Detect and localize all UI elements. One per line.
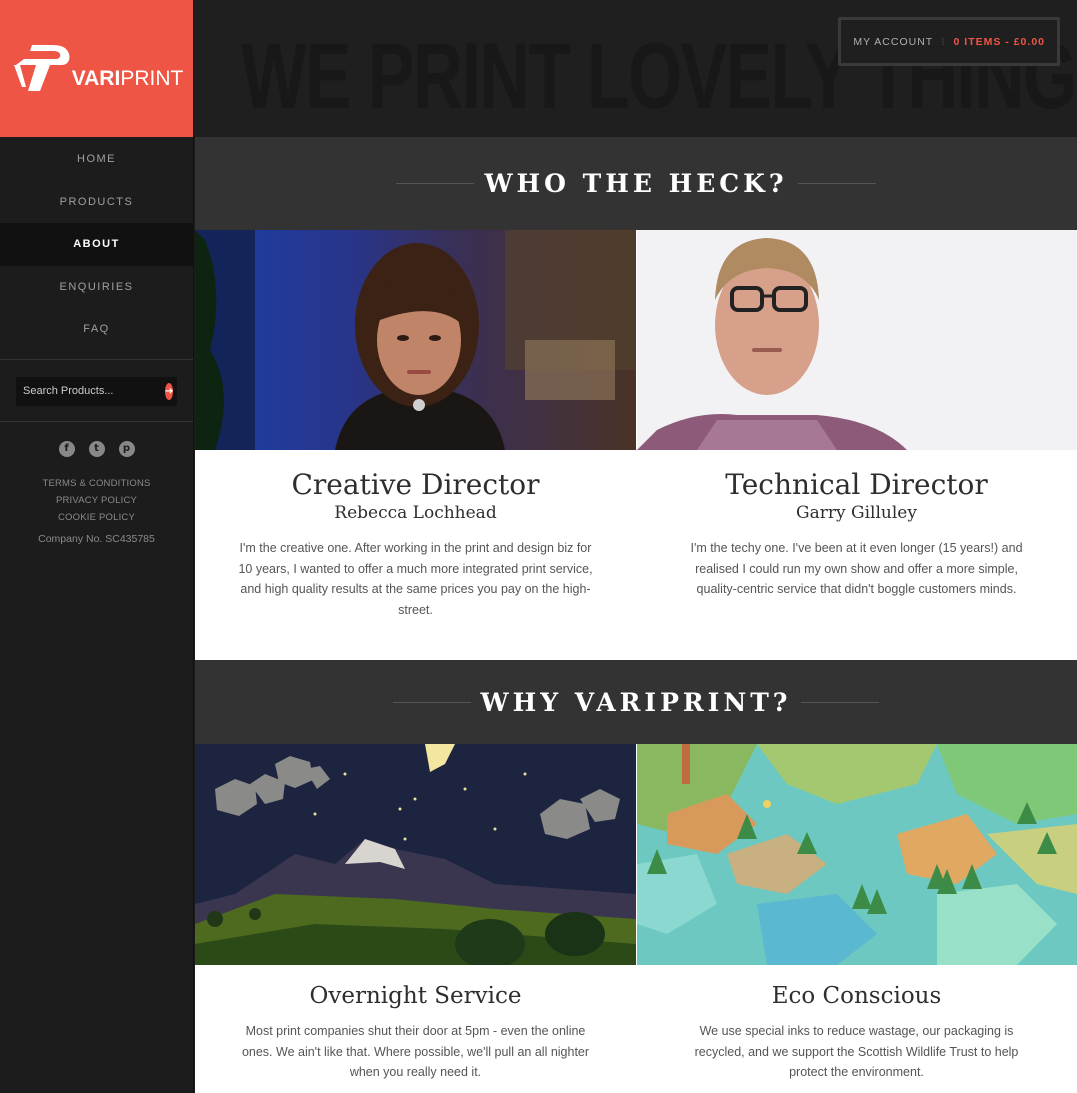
feature-card: Overnight Service Most print companies s…	[195, 983, 636, 1093]
sidebar: VARIPRINT HOME PRODUCTS ABOUT ENQUIRIES …	[0, 0, 194, 1093]
facebook-icon[interactable]: f	[58, 440, 75, 457]
feature-title: Eco Conscious	[771, 983, 942, 1009]
feature-text: We use special inks to reduce wastage, o…	[694, 1024, 1019, 1079]
cart-link[interactable]: 0 ITEMS - £0.00	[954, 36, 1045, 48]
main-content: WE PRINT LOVELY THINGS MY ACCOUNT ⁝ 0 IT…	[195, 0, 1077, 1093]
role-title: Technical Director	[725, 468, 988, 501]
feature-cards: Overnight Service Most print companies s…	[195, 965, 1077, 1093]
night-landscape-image	[195, 744, 636, 965]
photo-rebecca	[195, 230, 636, 450]
cookie-link[interactable]: COOKIE POLICY	[0, 509, 193, 526]
my-account-link[interactable]: MY ACCOUNT	[853, 36, 933, 48]
eco-landscape-image	[636, 744, 1077, 965]
heading-rule	[797, 183, 876, 184]
nav-item-about[interactable]: ABOUT	[0, 223, 193, 266]
feature-images	[195, 744, 1077, 965]
divider	[0, 358, 193, 360]
portrait-image	[637, 230, 1077, 450]
section-heading-why: WHY VARIPRINT?	[195, 660, 1077, 744]
feature-title: Overnight Service	[309, 983, 522, 1009]
team-cards: Creative Director Rebecca Lochhead I'm t…	[195, 450, 1077, 660]
heading-rule	[801, 701, 880, 703]
feature-card: Eco Conscious We use special inks to red…	[636, 983, 1077, 1093]
terms-link[interactable]: TERMS & CONDITIONS	[0, 475, 193, 492]
hero-banner: WE PRINT LOVELY THINGS MY ACCOUNT ⁝ 0 IT…	[195, 0, 1077, 137]
member-name: Garry Gilluley	[796, 503, 917, 523]
search-box: ➔	[16, 376, 177, 406]
search-input[interactable]	[23, 385, 165, 397]
illustration	[195, 744, 636, 965]
team-card: Technical Director Garry Gilluley I'm th…	[636, 468, 1077, 660]
pinterest-icon[interactable]: p	[118, 440, 135, 457]
logo-area[interactable]: VARIPRINT	[0, 0, 193, 137]
arrow-right-icon[interactable]: ➔	[165, 382, 174, 400]
social-links: f t p	[0, 440, 193, 457]
feature-text: Most print companies shut their door at …	[241, 1024, 590, 1079]
logo-text: VARIPRINT	[71, 66, 184, 90]
twitter-icon[interactable]: t	[88, 440, 105, 457]
nav-item-enquiries[interactable]: ENQUIRIES	[0, 266, 193, 309]
divider	[0, 420, 193, 422]
main-nav: HOME PRODUCTS ABOUT ENQUIRIES FAQ	[0, 138, 193, 351]
team-photos	[195, 230, 1077, 450]
privacy-link[interactable]: PRIVACY POLICY	[0, 492, 193, 509]
nav-item-products[interactable]: PRODUCTS	[0, 181, 193, 224]
heading-rule	[392, 701, 471, 703]
variprint-logo-icon	[13, 44, 70, 91]
section-heading-team: WHO THE HECK?	[195, 137, 1077, 230]
photo-garry	[636, 230, 1077, 450]
team-card: Creative Director Rebecca Lochhead I'm t…	[195, 468, 636, 660]
member-bio: I'm the creative one. After working in t…	[238, 541, 593, 617]
logo[interactable]: VARIPRINT	[10, 43, 184, 95]
heading-rule	[396, 183, 475, 184]
footer-links: TERMS & CONDITIONS PRIVACY POLICY COOKIE…	[0, 475, 193, 526]
nav-item-faq[interactable]: FAQ	[0, 308, 193, 351]
role-title: Creative Director	[291, 468, 540, 501]
member-bio: I'm the techy one. I've been at it even …	[690, 541, 1023, 596]
portrait-image	[195, 230, 636, 450]
member-name: Rebecca Lochhead	[334, 503, 497, 523]
company-number: Company No. SC435785	[38, 532, 155, 545]
section-title: WHO THE HECK?	[484, 169, 788, 198]
account-bar: MY ACCOUNT ⁝ 0 ITEMS - £0.00	[838, 17, 1060, 66]
separator: ⁝	[941, 35, 946, 48]
illustration	[637, 744, 1077, 965]
nav-item-home[interactable]: HOME	[0, 138, 193, 181]
section-title: WHY VARIPRINT?	[480, 687, 792, 717]
